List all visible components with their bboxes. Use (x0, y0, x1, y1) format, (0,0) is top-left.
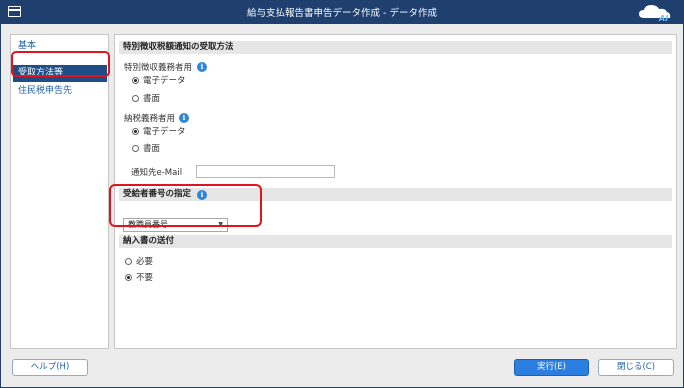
help-button[interactable]: ヘルプ(H) (12, 359, 88, 376)
radio-indicator (132, 94, 139, 102)
dialog-body: 基本 受取方法等 住民税申告先 特別徴収税額通知の受取方法 特別徴収義務者用 i… (0, 24, 684, 388)
highlight-recipient-number (109, 184, 262, 227)
radio-label: 不要 (136, 273, 154, 283)
radio-payment-required[interactable]: 必要 (125, 255, 153, 267)
ai-cloud-logo-icon: AI (639, 5, 671, 23)
radio-label: 書面 (143, 144, 161, 154)
section-header-notice-method: 特別徴収税額通知の受取方法 (119, 41, 672, 54)
radio-label: 書面 (143, 94, 161, 104)
radio-special-electronic[interactable]: 電子データ (132, 74, 186, 86)
window-title: 給与支払報告書申告データ作成 - データ作成 (247, 8, 437, 19)
radio-label: 電子データ (143, 127, 186, 137)
taxpayer-label: 納税義務者用 (124, 114, 176, 124)
radio-special-paper[interactable]: 書面 (132, 92, 160, 104)
radio-label: 必要 (136, 257, 154, 267)
radio-indicator (132, 144, 139, 152)
radio-taxpayer-paper[interactable]: 書面 (132, 142, 160, 154)
email-label: 通知先e-Mail (131, 168, 183, 178)
radio-label: 電子データ (143, 76, 186, 86)
logo-text: AI (658, 14, 668, 23)
info-icon[interactable]: i (197, 62, 207, 72)
radio-indicator (132, 127, 139, 135)
close-button[interactable]: 閉じる(C) (598, 359, 674, 376)
sidebar-item-resident-tax-destination[interactable]: 住民税申告先 (13, 83, 107, 100)
section-header-payment-slip: 納入書の送付 (119, 235, 672, 248)
title-bar: 給与支払報告書申告データ作成 - データ作成 AI (0, 0, 684, 24)
special-collector-label: 特別徴収義務者用 (124, 63, 193, 73)
radio-taxpayer-electronic[interactable]: 電子データ (132, 125, 186, 137)
run-button[interactable]: 実行(E) (514, 359, 589, 376)
radio-indicator (125, 273, 132, 281)
info-icon[interactable]: i (179, 113, 189, 123)
highlight-sidebar-selection (11, 51, 110, 77)
radio-payment-not-required[interactable]: 不要 (125, 271, 153, 283)
radio-indicator (132, 76, 139, 84)
email-input[interactable] (196, 165, 335, 178)
radio-indicator (125, 257, 132, 265)
sidebar-nav: 基本 受取方法等 住民税申告先 (10, 34, 109, 349)
